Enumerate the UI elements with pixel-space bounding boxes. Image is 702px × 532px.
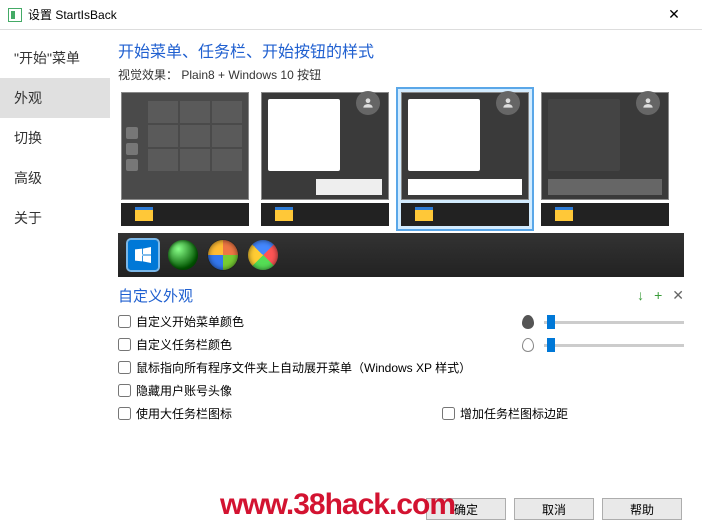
- lbl-icon-margin: 增加任务栏图标边距: [460, 405, 568, 422]
- chk-large-taskbar-icons[interactable]: [118, 407, 131, 420]
- visual-effect-line: 视觉效果： Plain8 + Windows 10 按钮: [118, 66, 684, 83]
- avatar-icon: [636, 91, 660, 115]
- avatar-icon: [496, 91, 520, 115]
- lbl-hide-avatar: 隐藏用户账号头像: [136, 382, 232, 399]
- theme-tiles[interactable]: [118, 89, 252, 229]
- lbl-large-taskbar-icons: 使用大任务栏图标: [136, 405, 232, 422]
- orb-win7-classic[interactable]: [208, 240, 238, 270]
- color-drop-icon[interactable]: [522, 315, 534, 329]
- lbl-custom-menu-color: 自定义开始菜单颜色: [136, 313, 244, 330]
- app-icon: [8, 8, 22, 22]
- file-explorer-icon: [275, 207, 293, 221]
- orb-win7-color[interactable]: [248, 240, 278, 270]
- theme-plain8-dark[interactable]: [538, 89, 672, 229]
- file-explorer-icon: [415, 207, 433, 221]
- visual-effect-label: 视觉效果：: [118, 68, 178, 82]
- chk-xp-expand[interactable]: [118, 361, 131, 374]
- help-button[interactable]: 帮助: [602, 498, 682, 520]
- orb-clover[interactable]: [168, 240, 198, 270]
- nav-switch[interactable]: 切换: [0, 118, 110, 158]
- chk-hide-avatar[interactable]: [118, 384, 131, 397]
- theme-plain8-a[interactable]: [258, 89, 392, 229]
- orb-windows10[interactable]: [128, 240, 158, 270]
- chk-custom-taskbar-color[interactable]: [118, 338, 131, 351]
- nav-appearance[interactable]: 外观: [0, 78, 110, 118]
- visual-effect-value: Plain8 + Windows 10 按钮: [181, 68, 321, 82]
- file-explorer-icon: [555, 207, 573, 221]
- nav-advanced[interactable]: 高级: [0, 158, 110, 198]
- section-heading: 开始菜单、任务栏、开始按钮的样式: [118, 38, 684, 62]
- avatar-icon: [356, 91, 380, 115]
- nav-about[interactable]: 关于: [0, 198, 110, 238]
- start-button-row: [118, 233, 684, 277]
- chk-custom-menu-color[interactable]: [118, 315, 131, 328]
- lbl-custom-taskbar-color: 自定义任务栏颜色: [136, 336, 232, 353]
- ok-button[interactable]: 确定: [426, 498, 506, 520]
- add-icon[interactable]: +: [654, 287, 662, 304]
- sidebar: "开始"菜单 外观 切换 高级 关于: [0, 30, 110, 500]
- chk-icon-margin[interactable]: [442, 407, 455, 420]
- file-explorer-icon: [135, 207, 153, 221]
- menu-color-slider[interactable]: [544, 315, 684, 329]
- window-title: 设置 StartIsBack: [28, 6, 654, 23]
- lbl-xp-expand: 鼠标指向所有程序文件夹上自动展开菜单（Windows XP 样式）: [136, 359, 471, 376]
- close-icon[interactable]: ✕: [654, 6, 694, 23]
- cancel-button[interactable]: 取消: [514, 498, 594, 520]
- close-icon[interactable]: ✕: [672, 287, 684, 304]
- taskbar-color-slider[interactable]: [544, 338, 684, 352]
- color-drop-icon[interactable]: [522, 338, 534, 352]
- download-icon[interactable]: ↓: [637, 287, 644, 304]
- custom-appearance-title: 自定义外观: [118, 285, 637, 306]
- nav-start-menu[interactable]: "开始"菜单: [0, 38, 110, 78]
- theme-plain8-b[interactable]: [398, 89, 532, 229]
